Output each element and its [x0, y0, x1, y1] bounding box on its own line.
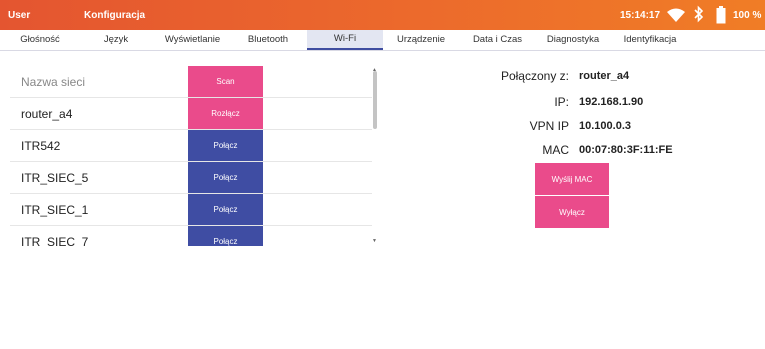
connect-button[interactable]: Połącz: [188, 226, 263, 246]
tab-language[interactable]: Język: [80, 30, 152, 50]
wifi-icon: [667, 8, 685, 25]
tab-device[interactable]: Urządzenie: [385, 30, 457, 50]
bluetooth-icon: [694, 5, 704, 26]
network-name: ITR_SIEC_7: [21, 235, 89, 246]
user-label: User: [8, 10, 31, 21]
screen-title: Konfiguracja: [84, 10, 146, 21]
ip-label: IP:: [554, 95, 569, 109]
disconnect-button[interactable]: Rozłącz: [188, 98, 263, 129]
scrollbar-thumb[interactable]: [373, 71, 377, 129]
turn-off-wifi-button[interactable]: Wyłącz: [535, 196, 609, 228]
mac-value: 00:07:80:3F:11:FE: [579, 144, 673, 156]
tab-identification[interactable]: Identyfikacja: [612, 30, 688, 50]
tab-diagnostics[interactable]: Diagnostyka: [537, 30, 609, 50]
connected-value: router_a4: [579, 70, 630, 82]
vpn-ip-value: 10.100.0.3: [579, 120, 631, 132]
network-name: ITR542: [21, 139, 61, 153]
connected-label: Połączony z:: [500, 69, 569, 83]
network-list-scrollbar[interactable]: ▲ ▼: [372, 67, 378, 245]
connect-button[interactable]: Połącz: [188, 130, 263, 161]
list-item: ITR_SIEC_1 Połącz: [10, 194, 372, 226]
vpn-ip-label: VPN IP: [529, 119, 569, 133]
connect-button[interactable]: Połącz: [188, 162, 263, 193]
ip-value: 192.168.1.90: [579, 96, 644, 108]
status-bar: User Konfiguracja 15:14:17 100 %: [0, 0, 765, 30]
tab-volume[interactable]: Głośność: [8, 30, 72, 50]
network-list-header: Nazwa sieci Scan: [10, 66, 372, 98]
mac-label: MAC: [542, 143, 569, 157]
tab-date-time[interactable]: Data i Czas: [460, 30, 535, 50]
network-name: router_a4: [21, 107, 73, 121]
list-item: ITR_SIEC_7 Połącz: [10, 226, 372, 246]
send-mac-button[interactable]: Wyślij MAC: [535, 163, 609, 195]
list-item: ITR542 Połącz: [10, 130, 372, 162]
battery-percent: 100 %: [733, 10, 762, 21]
settings-tabs: Głośność Język Wyświetlanie Bluetooth Wi…: [0, 30, 765, 51]
network-list[interactable]: Nazwa sieci Scan router_a4 Rozłącz ITR54…: [10, 66, 372, 246]
network-name: ITR_SIEC_1: [21, 203, 89, 217]
battery-icon: [716, 6, 726, 27]
network-name: ITR_SIEC_5: [21, 171, 89, 185]
clock: 15:14:17: [620, 10, 661, 21]
connect-button[interactable]: Połącz: [188, 194, 263, 225]
scan-button[interactable]: Scan: [188, 66, 263, 97]
tab-bluetooth[interactable]: Bluetooth: [232, 30, 304, 50]
list-item: ITR_SIEC_5 Połącz: [10, 162, 372, 194]
tab-wifi[interactable]: Wi-Fi: [307, 30, 383, 50]
tab-display[interactable]: Wyświetlanie: [155, 30, 230, 50]
scroll-down-arrow-icon[interactable]: ▼: [372, 238, 377, 244]
network-name-header: Nazwa sieci: [21, 75, 86, 89]
list-item: router_a4 Rozłącz: [10, 98, 372, 130]
